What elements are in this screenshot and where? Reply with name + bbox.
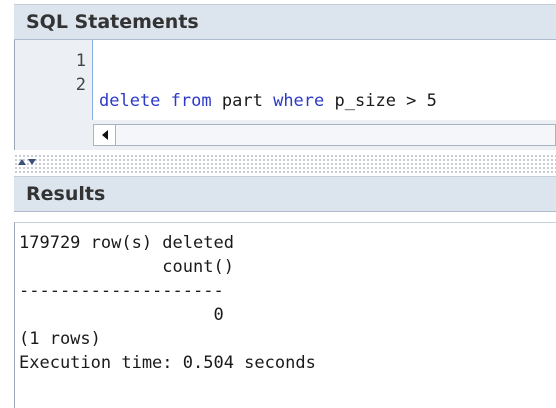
- panel-splitter[interactable]: [14, 154, 556, 174]
- sql-editor[interactable]: 1 2 delete from part where p_size > 5: [14, 40, 556, 150]
- line-number-gutter: 1 2: [15, 40, 93, 120]
- output-line: Execution time: 0.504 seconds: [19, 353, 316, 373]
- sql-statements-title: SQL Statements: [26, 11, 199, 33]
- line-number: 2: [75, 75, 86, 95]
- output-line: count(): [19, 257, 234, 277]
- keyword-from: from: [170, 91, 212, 111]
- horizontal-scrollbar[interactable]: [93, 124, 556, 146]
- splitter-arrows[interactable]: [18, 159, 36, 165]
- results-output[interactable]: 179729 row(s) deleted count() ----------…: [14, 222, 556, 408]
- output-line: (1 rows): [19, 329, 101, 349]
- code-area[interactable]: delete from part where p_size > 5: [93, 40, 556, 120]
- collapse-up-icon[interactable]: [18, 159, 26, 165]
- results-title: Results: [26, 183, 106, 205]
- scroll-left-button[interactable]: [94, 125, 116, 145]
- table-name: part: [221, 91, 263, 111]
- output-line: 179729 row(s) deleted: [19, 233, 234, 253]
- sql-tool-window: SQL Statements 1 2 delete from part wher…: [0, 0, 556, 408]
- sql-statements-header: SQL Statements: [14, 4, 556, 40]
- results-header: Results: [14, 176, 556, 212]
- collapse-down-icon[interactable]: [28, 159, 36, 165]
- code-line-1[interactable]: delete from part where p_size > 5: [99, 89, 556, 113]
- keyword-where: where: [273, 91, 325, 111]
- keyword-delete: delete: [99, 91, 161, 111]
- output-line: --------------------: [19, 281, 224, 301]
- output-line: 0: [19, 305, 224, 325]
- horizontal-scroll-area: [15, 120, 556, 150]
- line-number: 1: [75, 51, 86, 71]
- arrow-left-icon: [101, 130, 108, 140]
- where-condition: p_size > 5: [334, 91, 437, 111]
